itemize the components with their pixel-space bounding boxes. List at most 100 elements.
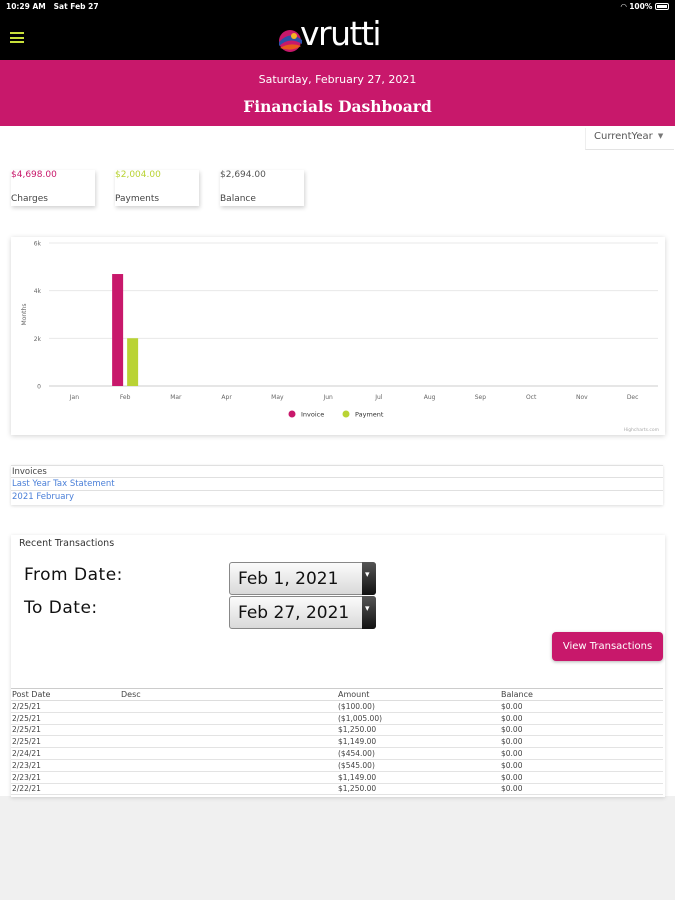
period-dropdown[interactable]: CurrentYear ▼ [585,128,674,150]
recent-transactions-title: Recent Transactions [19,538,115,549]
table-cell [120,735,337,749]
invoice-link-tax-statement[interactable]: Last Year Tax Statement [11,478,663,491]
to-date-value: Feb 27, 2021 [238,603,350,623]
column-header: Desc [120,688,337,701]
chart-canvas: 0 2k 4k 6k Months Jan Feb Mar Apr May Jun Jul Aug Sep… [21,241,659,434]
table-cell: 2/25/21 [11,735,120,749]
table-cell: 2/25/21 [11,700,120,713]
chart-credits: Highcharts.com [624,427,659,433]
to-date-picker[interactable]: Feb 27, 2021 [229,596,376,629]
x-tick-label: Aug [424,394,436,401]
charges-value: $4,698.00 [11,170,57,180]
table-row: 2/25/21 ($100.00) $0.00 [11,700,663,713]
chevron-down-icon: ▼ [657,132,664,140]
table-cell: $0.00 [500,771,663,784]
status-date: Sat Feb 27 [53,2,99,11]
legend-label-invoice: Invoice [301,411,324,419]
from-date-picker[interactable]: Feb 1, 2021 [229,562,376,595]
from-date-value: Feb 1, 2021 [238,569,339,589]
invoices-header: Invoices [11,465,663,478]
logo-text: vrutti [300,14,382,53]
column-header: Balance [500,688,663,701]
menu-icon[interactable] [10,32,24,43]
balance-value: $2,694.00 [220,170,266,180]
table-cell [120,783,337,796]
x-tick-label: Jan [69,394,79,401]
table-row: 2/25/21 ($1,005.00) $0.00 [11,712,663,725]
table-cell: 2/24/21 [11,747,120,760]
current-date: Saturday, February 27, 2021 [258,73,417,86]
table-cell [120,700,337,713]
x-tick-label: Jul [374,394,383,401]
balance-label: Balance [220,194,256,204]
charges-card: $4,698.00 Charges [11,170,95,206]
table-cell: $1,250.00 [337,783,500,796]
payments-label: Payments [115,194,160,204]
table-row: 2/23/21 ($545.00) $0.00 [11,759,663,772]
legend-marker-invoice [288,410,296,418]
column-header: Post Date [11,688,120,701]
financial-chart: 0 2k 4k 6k Months Jan Feb Mar Apr May Jun Jul Aug Sep… [11,237,665,435]
view-transactions-button[interactable]: View Transactions [552,632,663,661]
column-header: Amount [337,688,500,701]
x-tick-label: Sep [475,394,487,401]
table-cell [120,771,337,784]
invoices-list: Invoices Last Year Tax Statement 2021 Fe… [11,465,663,505]
nav-bar: vrutti [0,14,675,60]
status-time: 10:29 AM [6,2,46,11]
table-cell: $0.00 [500,783,663,796]
table-cell: 2/25/21 [11,724,120,737]
bar-payment [127,338,139,386]
table-row: 2/23/21 $1,149.00 $0.00 [11,771,663,784]
status-time-date: 10:29 AM Sat Feb 27 [6,2,99,11]
y-tick-label: 2k [34,336,42,343]
x-tick-label: Oct [526,394,537,401]
table-cell [120,712,337,725]
recent-transactions-panel: Recent Transactions From Date: Feb 1, 20… [11,535,665,797]
balance-card: $2,694.00 Balance [220,170,304,206]
table-cell: ($454.00) [337,747,500,760]
table-cell: $0.00 [500,735,663,749]
legend-label-payment: Payment [355,411,384,419]
table-cell: ($100.00) [337,700,500,713]
x-tick-label: Dec [627,394,639,401]
table-cell: ($545.00) [337,759,500,772]
table-cell [120,759,337,772]
x-tick-label: Mar [170,394,182,401]
app-screen: 10:29 AM Sat Feb 27 ◠ 100% vrutti Saturd… [0,0,675,900]
payments-card: $2,004.00 Payments [115,170,199,206]
from-date-chevron-icon[interactable] [362,562,376,595]
x-tick-label: Apr [221,394,232,401]
table-cell: $1,149.00 [337,771,500,784]
table-cell: ($1,005.00) [337,712,500,725]
bar-invoice [112,274,124,386]
x-tick-label: Feb [120,394,131,401]
table-cell: 2/23/21 [11,771,120,784]
table-row: 2/22/21 $1,250.00 $0.00 [11,783,663,796]
x-tick-label: Nov [576,394,588,401]
y-axis-label: Months [21,304,28,326]
table-cell: 2/23/21 [11,759,120,772]
table-cell: $1,149.00 [337,735,500,749]
table-row: 2/25/21 $1,250.00 $0.00 [11,724,663,737]
to-date-label: To Date: [24,598,98,618]
y-tick-label: 0 [37,384,41,391]
table-row: 2/24/21 ($454.00) $0.00 [11,747,663,760]
table-cell [120,724,337,737]
table-cell: $0.00 [500,724,663,737]
table-cell: 2/22/21 [11,783,120,796]
period-value: CurrentYear [594,131,653,142]
payments-value: $2,004.00 [115,170,161,180]
to-date-chevron-icon[interactable] [362,596,376,629]
legend-marker-payment [342,410,350,418]
invoice-link-february[interactable]: 2021 February [11,491,663,504]
wifi-icon: ◠ [620,2,627,11]
battery-percent: 100% [629,2,653,11]
table-cell: $0.00 [500,747,663,760]
table-cell: $0.00 [500,712,663,725]
table-cell: 2/25/21 [11,712,120,725]
header-banner: Saturday, February 27, 2021 Financials D… [0,60,675,126]
table-cell: $0.00 [500,759,663,772]
status-right: ◠ 100% [621,2,669,11]
transactions-table: Post Date Desc Amount Balance 2/25/21 ($1… [11,688,663,796]
